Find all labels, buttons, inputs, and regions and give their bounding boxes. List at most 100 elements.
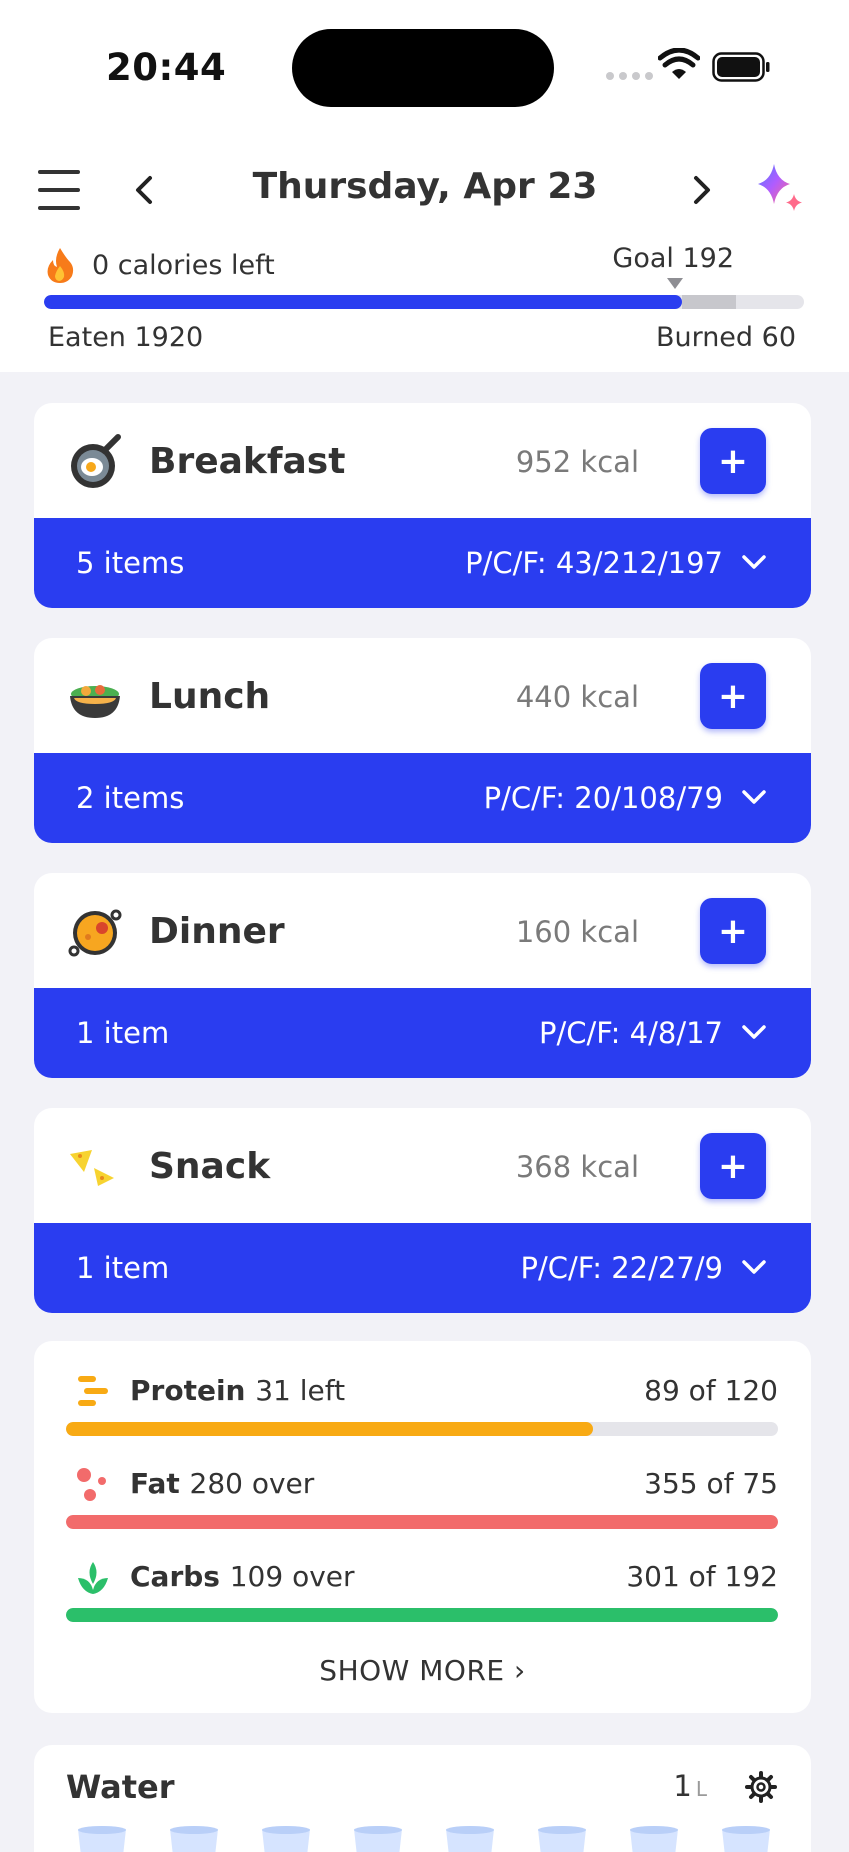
- meal-name: Snack: [149, 1146, 271, 1187]
- water-glass-icon[interactable]: [76, 1825, 128, 1852]
- meal-pcf: P/C/F: 43/212/197: [465, 546, 723, 580]
- meal-header[interactable]: Lunch 440 kcal +: [34, 638, 811, 753]
- chevron-down-icon: [742, 555, 766, 569]
- dynamic-island: [292, 29, 554, 107]
- chevron-down-icon: [742, 1260, 766, 1274]
- water-glass-icon[interactable]: [352, 1825, 404, 1852]
- next-day-icon[interactable]: [684, 172, 718, 208]
- macro-name: Protein 31 left: [130, 1374, 345, 1407]
- meal-kcal: 952 kcal: [515, 445, 639, 479]
- water-glasses: [76, 1825, 772, 1852]
- meal-items-toggle[interactable]: 1 item P/C/F: 22/27/9: [34, 1223, 811, 1313]
- meal-items-toggle[interactable]: 2 items P/C/F: 20/108/79: [34, 753, 811, 843]
- water-amount-value: 1: [673, 1769, 692, 1803]
- meal-pcf: P/C/F: 4/8/17: [538, 1016, 723, 1050]
- carbs-leaf-icon: [78, 1562, 108, 1594]
- chevron-down-icon: [742, 790, 766, 804]
- fat-icon: [77, 1468, 106, 1501]
- protein-icon: [78, 1376, 108, 1406]
- water-card: Water 1L: [34, 1745, 811, 1852]
- meal-pcf: P/C/F: 20/108/79: [483, 781, 723, 815]
- water-glass-icon[interactable]: [536, 1825, 588, 1852]
- meal-items-count: 1 item: [76, 1251, 170, 1285]
- water-title: Water: [66, 1768, 175, 1806]
- menu-icon[interactable]: [38, 170, 80, 210]
- protein-progress-fill: [66, 1422, 593, 1436]
- macros-card: Protein 31 left 89 of 120 Fat 280 over 3…: [34, 1341, 811, 1713]
- meal-items-count: 2 items: [76, 781, 185, 815]
- macro-status: 280 over: [189, 1467, 315, 1500]
- meal-name: Breakfast: [149, 441, 346, 482]
- water-glass-icon[interactable]: [720, 1825, 772, 1852]
- macro-name: Fat 280 over: [130, 1467, 314, 1500]
- frying-pan-icon: [71, 434, 121, 488]
- meal-items-toggle[interactable]: 1 item P/C/F: 4/8/17: [34, 988, 811, 1078]
- water-glass-icon[interactable]: [628, 1825, 680, 1852]
- macro-label: Carbs: [130, 1560, 220, 1593]
- macro-value: 89 of 120: [644, 1374, 778, 1407]
- status-time: 20:44: [106, 46, 227, 89]
- meal-kcal: 160 kcal: [515, 915, 639, 949]
- macro-value: 355 of 75: [644, 1467, 778, 1500]
- protein-progress-bar: [66, 1422, 778, 1436]
- goal-marker-icon: [667, 278, 683, 289]
- gear-icon[interactable]: [745, 1771, 777, 1803]
- macro-row-fat: Fat 280 over 355 of 75: [66, 1467, 778, 1537]
- meal-items-count: 1 item: [76, 1016, 170, 1050]
- meal-header[interactable]: Snack 368 kcal +: [34, 1108, 811, 1223]
- meal-kcal: 440 kcal: [515, 680, 639, 714]
- carbs-progress-bar: [66, 1608, 778, 1622]
- goal-label: Goal 192: [612, 243, 734, 274]
- show-more-button[interactable]: SHOW MORE ›: [34, 1654, 811, 1687]
- add-food-button[interactable]: +: [700, 1133, 766, 1199]
- meal-card-dinner: Dinner 160 kcal + 1 item P/C/F: 4/8/17: [34, 873, 811, 1078]
- meal-name: Lunch: [149, 676, 271, 717]
- carbs-progress-fill: [66, 1608, 778, 1622]
- macro-status: 31 left: [255, 1374, 346, 1407]
- paella-pan-icon: [68, 909, 122, 957]
- meal-card-snack: Snack 368 kcal + 1 item P/C/F: 22/27/9: [34, 1108, 811, 1313]
- wifi-icon: [658, 48, 700, 79]
- calories-left-label: 0 calories left: [92, 250, 275, 281]
- fire-icon: [47, 248, 74, 283]
- meal-pcf: P/C/F: 22/27/9: [520, 1251, 724, 1285]
- meal-card-breakfast: Breakfast 952 kcal + 5 items P/C/F: 43/2…: [34, 403, 811, 608]
- macro-label: Protein: [130, 1374, 246, 1407]
- calorie-burned-fill: [682, 295, 736, 309]
- water-glass-icon[interactable]: [260, 1825, 312, 1852]
- water-glass-icon[interactable]: [168, 1825, 220, 1852]
- macro-label: Fat: [130, 1467, 180, 1500]
- previous-day-icon[interactable]: [128, 172, 162, 208]
- add-food-button[interactable]: +: [700, 428, 766, 494]
- water-unit: L: [695, 1777, 707, 1801]
- date-title[interactable]: Thursday, Apr 23: [180, 166, 670, 207]
- ai-sparkle-icon[interactable]: [750, 160, 808, 218]
- chevron-down-icon: [742, 1025, 766, 1039]
- meal-items-count: 5 items: [76, 546, 185, 580]
- macro-row-protein: Protein 31 left 89 of 120: [66, 1374, 778, 1444]
- add-food-button[interactable]: +: [700, 663, 766, 729]
- fat-progress-fill: [66, 1515, 778, 1529]
- salad-bowl-icon: [70, 685, 120, 718]
- macro-row-carbs: Carbs 109 over 301 of 192: [66, 1560, 778, 1630]
- meal-header[interactable]: Breakfast 952 kcal +: [34, 403, 811, 518]
- eaten-label: Eaten 1920: [48, 322, 204, 353]
- meal-card-lunch: Lunch 440 kcal + 2 items P/C/F: 20/108/7…: [34, 638, 811, 843]
- water-amount: 1L: [673, 1769, 707, 1803]
- add-food-button[interactable]: +: [700, 898, 766, 964]
- macro-name: Carbs 109 over: [130, 1560, 355, 1593]
- macro-status: 109 over: [229, 1560, 355, 1593]
- water-glass-icon[interactable]: [444, 1825, 496, 1852]
- cellular-signal-icon: [606, 72, 653, 80]
- meal-items-toggle[interactable]: 5 items P/C/F: 43/212/197: [34, 518, 811, 608]
- macro-value: 301 of 192: [626, 1560, 778, 1593]
- calorie-progress-fill: [44, 295, 683, 309]
- meal-header[interactable]: Dinner 160 kcal +: [34, 873, 811, 988]
- calorie-progress-bar: [44, 295, 804, 309]
- battery-icon: [712, 52, 770, 82]
- meal-kcal: 368 kcal: [515, 1150, 639, 1184]
- nachos-icon: [70, 1150, 114, 1186]
- fat-progress-bar: [66, 1515, 778, 1529]
- burned-label: Burned 60: [655, 322, 796, 353]
- meal-name: Dinner: [149, 911, 285, 952]
